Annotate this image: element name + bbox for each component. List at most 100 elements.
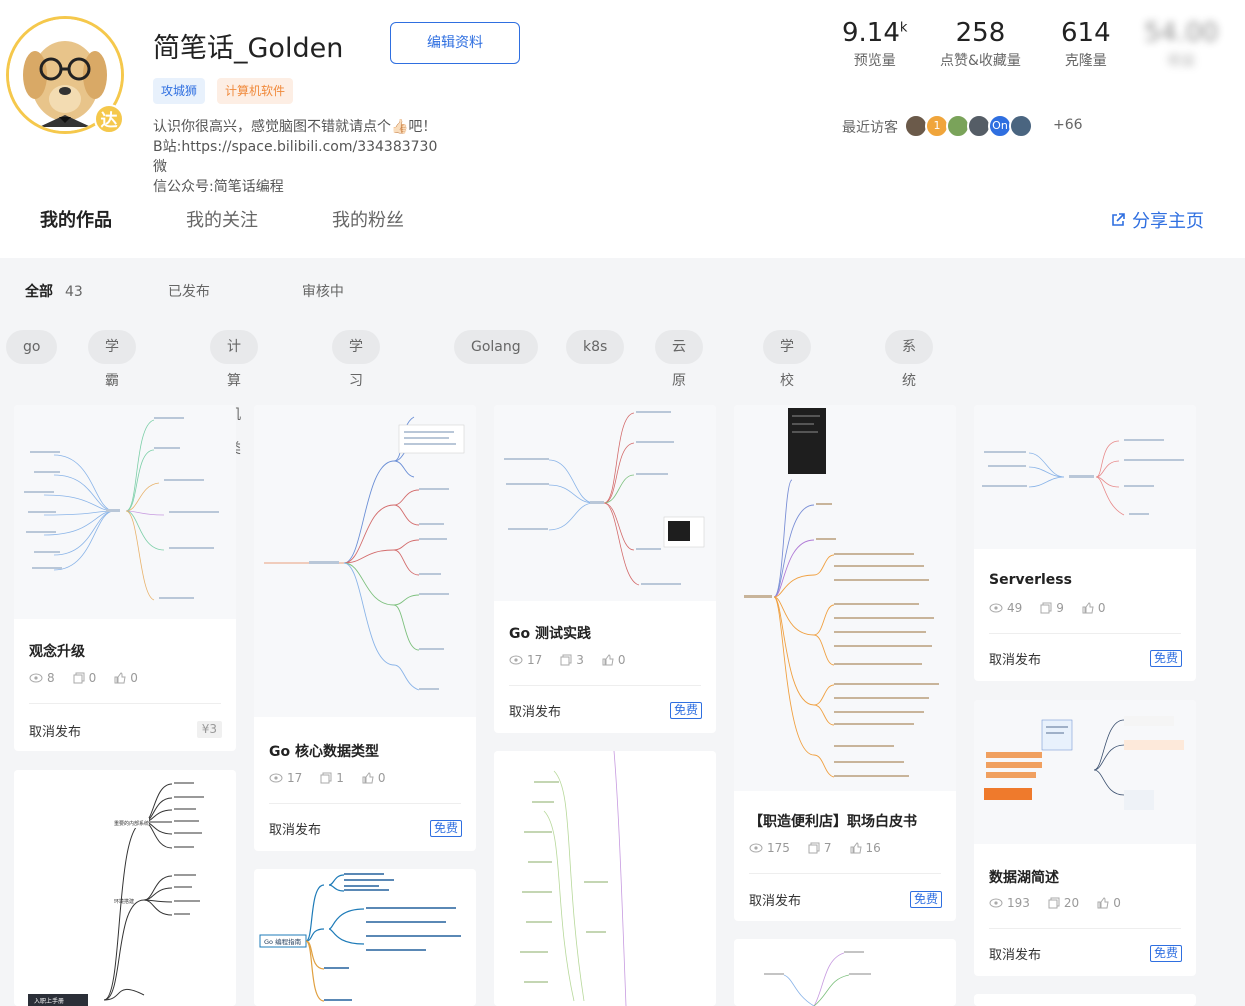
chip-study-notes[interactable]: 学习笔记: [332, 330, 380, 457]
card-title[interactable]: 观念升级: [29, 641, 85, 661]
work-card[interactable]: 观念升级 8 0 0 取消发布 ¥3: [14, 405, 236, 751]
card-title[interactable]: 数据湖简述: [989, 867, 1059, 887]
unpublish-button[interactable]: 取消发布: [509, 701, 561, 720]
unpublish-button[interactable]: 取消发布: [29, 721, 81, 740]
bio-line: 信公众号:简笔话编程: [153, 179, 284, 195]
unpublish-button[interactable]: 取消发布: [989, 649, 1041, 668]
share-homepage-link[interactable]: 分享主页: [1110, 207, 1204, 233]
work-card[interactable]: 【职造便利店】职场白皮书 175 7 16 取消发布 免费: [734, 405, 956, 921]
thumbs-up-icon: [602, 654, 614, 666]
eye-icon: [749, 843, 763, 853]
work-card[interactable]: Serverless 49 9 0 取消发布 免费: [974, 405, 1196, 681]
tab-followers[interactable]: 我的粉丝: [332, 206, 404, 232]
stat-value: 258: [955, 18, 1006, 48]
eye-icon: [989, 898, 1003, 908]
clone-count: 0: [73, 671, 97, 685]
chip-cloud-native[interactable]: 云原生: [655, 330, 703, 423]
divider: [509, 685, 701, 686]
clone-count-value: 1: [336, 771, 344, 785]
free-badge: 免费: [1149, 945, 1182, 962]
chip-k8s[interactable]: k8s: [566, 330, 625, 364]
tab-following[interactable]: 我的关注: [186, 206, 258, 232]
stat-label: 收益: [1167, 53, 1196, 69]
share-label: 分享主页: [1132, 211, 1204, 232]
unpublish-button[interactable]: 取消发布: [989, 944, 1041, 963]
copy-icon: [560, 654, 572, 666]
stat-value: 614: [1061, 18, 1111, 48]
stat-value: 54.00: [1144, 18, 1219, 48]
view-count-value: 17: [527, 653, 543, 667]
filter-reviewing[interactable]: 审核中: [302, 281, 344, 301]
filter-all-count: 43: [65, 284, 83, 300]
chip-golang[interactable]: Golang: [454, 330, 538, 364]
view-count: 8: [29, 671, 55, 685]
visitor-avatars: 1 On: [904, 114, 1033, 138]
filter-all-label: 全部: [25, 284, 53, 300]
node-label: 环境搭建: [114, 898, 134, 905]
work-card[interactable]: [974, 994, 1196, 1006]
view-count: 175: [749, 841, 790, 855]
stat-value: 9.14: [842, 18, 900, 48]
like-count: 0: [1097, 896, 1121, 910]
price-badge: ¥3: [196, 721, 222, 738]
card-title[interactable]: 【职造便利店】职场白皮书: [749, 811, 917, 831]
clone-count-value: 9: [1056, 601, 1064, 615]
thumbs-up-icon: [114, 672, 126, 684]
filter-published[interactable]: 已发布: [168, 281, 210, 301]
copy-icon: [808, 842, 820, 854]
like-count: 16: [850, 841, 881, 855]
card-title[interactable]: Go 核心数据类型: [269, 741, 379, 761]
work-card[interactable]: Go 核心数据类型 17 1 0 取消发布 免费: [254, 405, 476, 851]
clone-count: 3: [560, 653, 584, 667]
like-count-value: 0: [617, 653, 626, 667]
view-count-value: 175: [767, 841, 790, 855]
edit-profile-button[interactable]: 编辑资料: [390, 22, 520, 64]
visitor-more-count[interactable]: +66: [1053, 117, 1083, 133]
card-title[interactable]: Serverless: [989, 572, 1072, 588]
chip-computer[interactable]: 计算机类: [210, 330, 258, 457]
mindmap-thumbnail: [734, 405, 956, 791]
copy-icon: [1048, 897, 1060, 909]
unpublish-button[interactable]: 取消发布: [749, 890, 801, 909]
filter-all[interactable]: 全部 43: [25, 281, 83, 301]
chip-system-design[interactable]: 系统设计: [885, 330, 933, 457]
level-badge: 达: [94, 104, 124, 134]
work-card[interactable]: 数据湖简述 193 20 0 取消发布 免费: [974, 700, 1196, 976]
recent-visitors-label: 最近访客: [842, 120, 898, 136]
tag-software: 计算机软件: [217, 78, 294, 104]
work-card[interactable]: 重要的内部系统 环境搭建 入职上手册: [14, 770, 236, 1006]
eye-icon: [269, 773, 283, 783]
free-badge: 免费: [1149, 650, 1182, 667]
work-card[interactable]: Go 编程指南: [254, 869, 476, 1006]
bio-line[interactable]: B站:https://space.bilibili.com/334383730 …: [153, 137, 453, 177]
stat-label: 克隆量: [1064, 53, 1107, 69]
work-card[interactable]: [494, 751, 716, 1006]
eye-icon: [29, 673, 43, 683]
work-card[interactable]: Go 测试实践 17 3 0 取消发布 免费: [494, 405, 716, 733]
card-title[interactable]: Go 测试实践: [509, 623, 591, 643]
visitor-avatar[interactable]: [1009, 114, 1033, 138]
work-card[interactable]: [734, 939, 956, 1006]
free-badge: 免费: [669, 702, 702, 719]
stat-income: 54.00 收益: [1144, 18, 1218, 70]
chip-school[interactable]: 学校教育: [763, 330, 811, 457]
divider: [29, 703, 221, 704]
card-stats: 175 7 16: [749, 841, 899, 855]
chip-xueba[interactable]: 学霸笔记: [88, 330, 136, 457]
eye-icon: [989, 603, 1003, 613]
clone-count: 20: [1048, 896, 1079, 910]
unpublish-button[interactable]: 取消发布: [269, 819, 321, 838]
like-count-value: 0: [130, 671, 138, 685]
clone-count-value: 0: [88, 671, 97, 685]
stat-label: 预览量: [853, 53, 896, 69]
view-count-value: 49: [1007, 601, 1023, 615]
tab-my-works[interactable]: 我的作品: [40, 206, 112, 232]
chip-go[interactable]: go: [6, 330, 58, 364]
thumbs-up-icon: [1082, 602, 1094, 614]
clone-count: 7: [808, 841, 832, 855]
node-label: Go 编程指南: [264, 937, 302, 946]
bio: 认识你很高兴，感觉脑图不错就请点个👍🏻吧！ B站:https://space.b…: [153, 117, 453, 197]
view-count: 17: [269, 771, 302, 785]
mindmap-thumbnail: [254, 405, 476, 717]
mindmap-thumbnail: Go 编程指南: [254, 869, 476, 1006]
